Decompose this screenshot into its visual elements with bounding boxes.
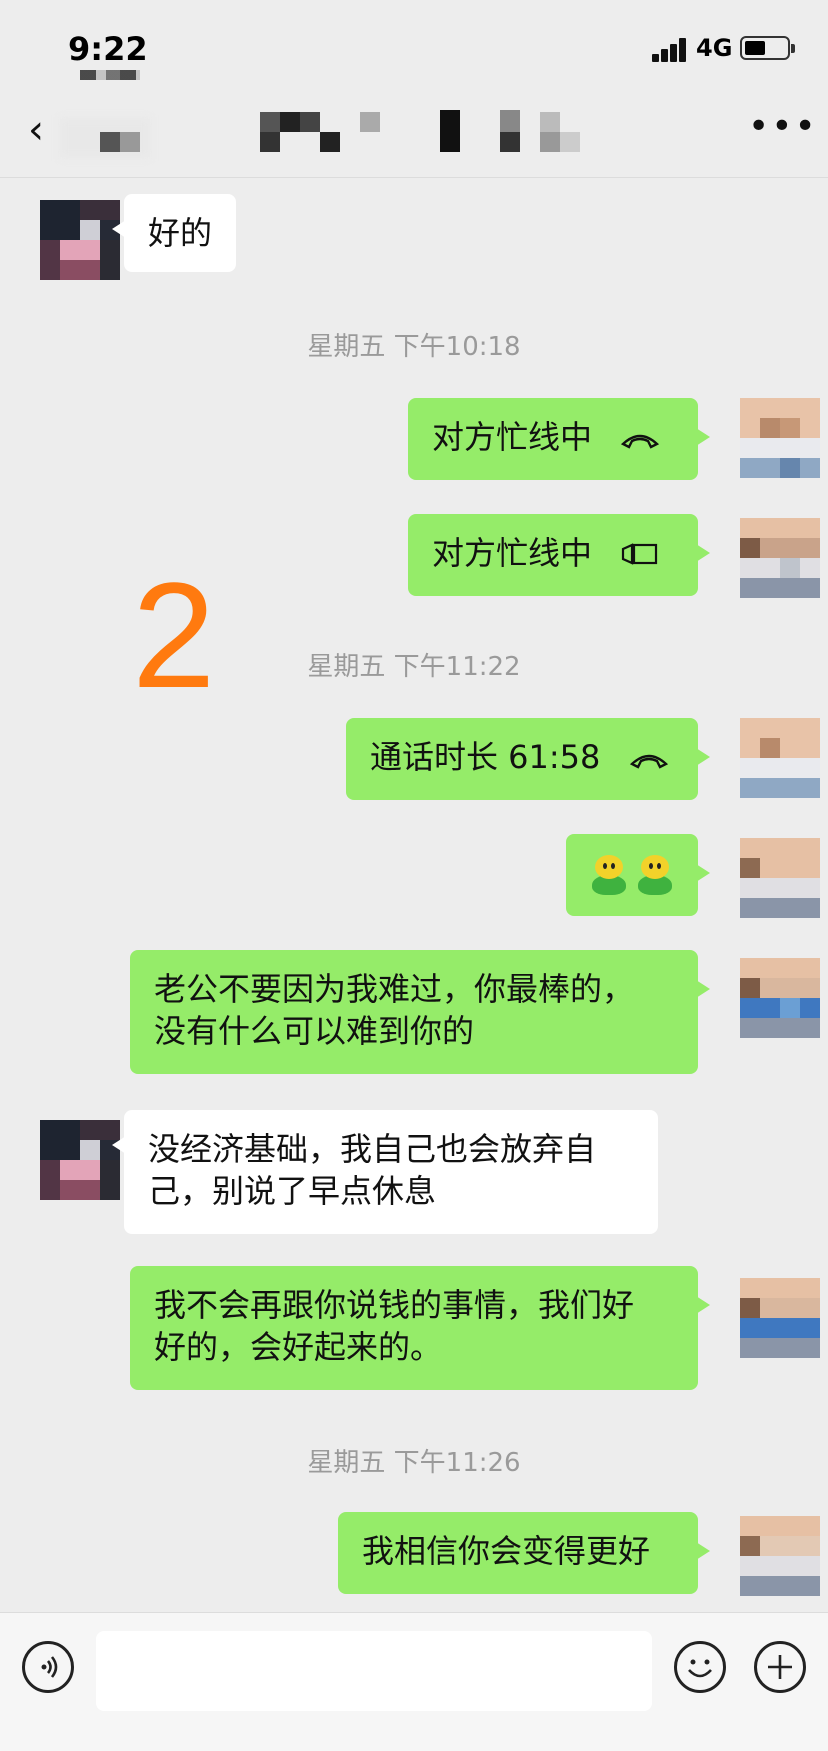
message-line: 好的，会好起来的。 xyxy=(154,1328,443,1366)
battery-icon xyxy=(740,36,795,60)
message-bubble-sent[interactable] xyxy=(566,834,710,916)
signal-icon xyxy=(652,38,688,62)
status-bar: 9:22 4G xyxy=(0,0,828,100)
avatar-self[interactable] xyxy=(740,958,820,1038)
avatar-contact[interactable] xyxy=(40,200,120,280)
message-bubble-sent[interactable]: 老公不要因为我难过，你最棒的， 没有什么可以难到你的 xyxy=(130,950,710,1074)
green-sprout-emoji-icon xyxy=(636,855,674,895)
nav-bar: ‹ ••• xyxy=(0,100,828,178)
message-line: 没经济基础，我自己也会放弃自 xyxy=(148,1130,597,1168)
avatar-self[interactable] xyxy=(740,1278,820,1358)
status-time: 9:22 xyxy=(68,30,148,68)
avatar-contact[interactable] xyxy=(40,1120,120,1200)
plus-icon[interactable] xyxy=(754,1641,806,1693)
avatar-self[interactable] xyxy=(740,718,820,798)
message-bubble-received[interactable]: 没经济基础，我自己也会放弃自 己，别说了早点休息 xyxy=(112,1110,658,1234)
message-bubble-sent[interactable]: 我相信你会变得更好 xyxy=(338,1512,710,1594)
video-call-icon xyxy=(620,534,660,576)
timestamp: 星期五 下午11:26 xyxy=(307,1448,521,1478)
avatar-self[interactable] xyxy=(740,398,820,478)
message-text: 对方忙线中 xyxy=(432,418,593,456)
avatar-self[interactable] xyxy=(740,518,820,598)
message-text: 对方忙线中 xyxy=(432,534,593,572)
timestamp: 星期五 下午10:18 xyxy=(307,332,521,362)
message-text: 我相信你会变得更好 xyxy=(362,1532,651,1570)
message-bubble-received[interactable]: 好的 xyxy=(111,194,237,272)
message-text: 通话时长 61:58 xyxy=(370,738,601,776)
message-text: 好的 xyxy=(148,214,213,252)
green-sprout-emoji-icon xyxy=(590,855,628,895)
redacted-pixels xyxy=(80,70,140,80)
message-input[interactable] xyxy=(96,1631,652,1711)
more-dots-icon[interactable]: ••• xyxy=(748,106,818,147)
voice-icon[interactable] xyxy=(22,1641,74,1693)
smiley-icon[interactable] xyxy=(674,1641,726,1693)
input-bar xyxy=(0,1612,828,1751)
chevron-left-icon[interactable]: ‹ xyxy=(28,110,44,150)
message-bubble-sent[interactable]: 对方忙线中 xyxy=(408,398,710,480)
message-bubble-sent[interactable]: 我不会再跟你说钱的事情，我们好 好的，会好起来的。 xyxy=(130,1266,710,1390)
message-line: 己，别说了早点休息 xyxy=(148,1172,437,1210)
timestamp: 星期五 下午11:22 xyxy=(307,652,521,682)
avatar-self[interactable] xyxy=(740,838,820,918)
network-label: 4G xyxy=(696,34,733,62)
message-bubble-sent[interactable]: 对方忙线中 xyxy=(408,514,710,596)
message-line: 老公不要因为我难过，你最棒的， xyxy=(154,970,635,1008)
overlay-number: 2 xyxy=(132,551,216,719)
avatar-self[interactable] xyxy=(740,1516,820,1596)
message-bubble-sent[interactable]: 通话时长 61:58 xyxy=(346,718,710,800)
message-line: 我不会再跟你说钱的事情，我们好 xyxy=(154,1286,635,1324)
phone-hangup-icon xyxy=(629,738,669,780)
phone-hangup-icon xyxy=(620,418,660,460)
message-line: 没有什么可以难到你的 xyxy=(154,1012,475,1050)
